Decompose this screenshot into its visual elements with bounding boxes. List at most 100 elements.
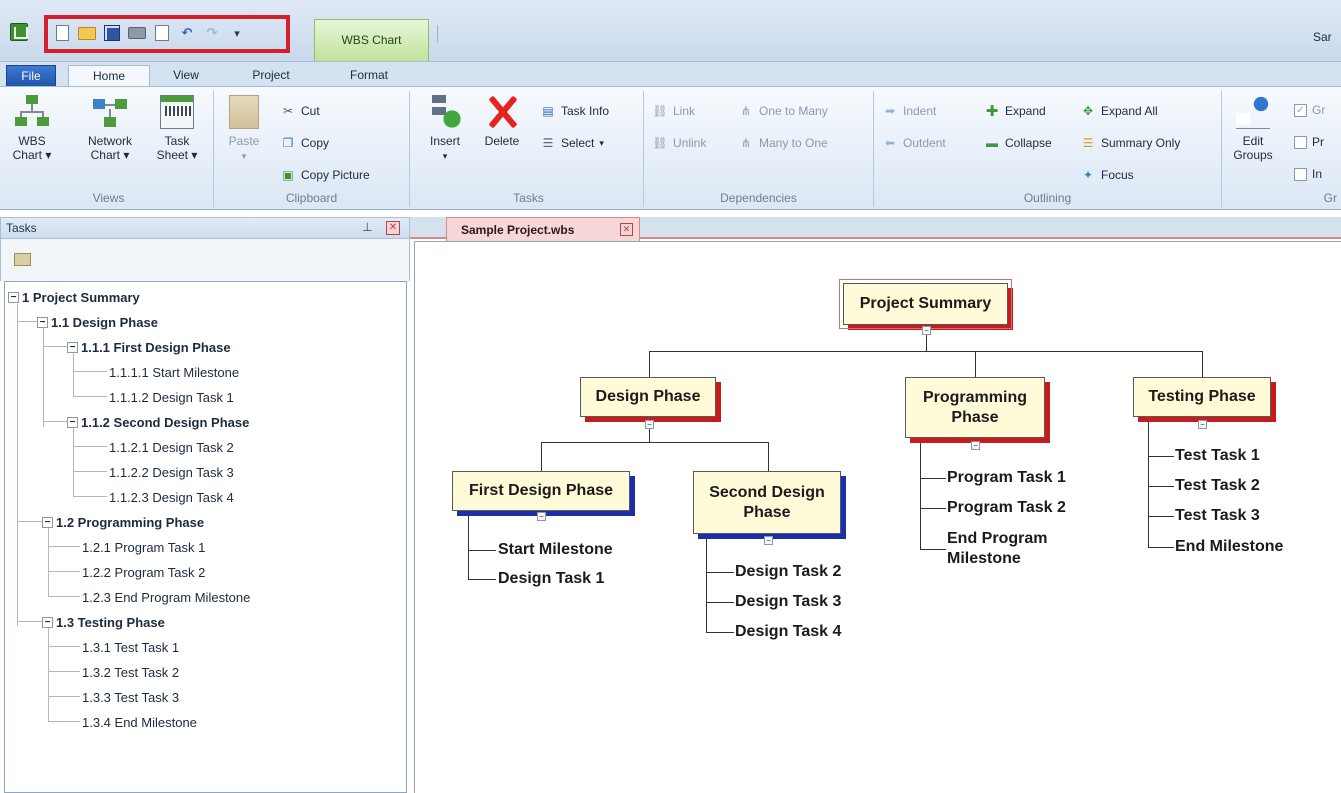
indent-button[interactable]: ➡ Indent	[882, 103, 936, 119]
tree-node-label: 1.1.2.1 Design Task 2	[109, 439, 234, 455]
tree-node-program-task-2[interactable]: 1.2.2 Program Task 2	[82, 562, 205, 582]
cut-button[interactable]: ✂ Cut	[280, 103, 320, 119]
wbs-box-first-design-phase[interactable]: First Design Phase	[452, 471, 630, 511]
collapse-toggle-icon[interactable]: −	[37, 316, 48, 328]
wbs-leaf-test-task-3[interactable]: Test Task 3	[1175, 506, 1260, 526]
close-icon[interactable]: ✕	[620, 223, 633, 236]
wbs-box-programming-phase[interactable]: Programming Phase	[905, 377, 1045, 438]
collapse-toggle-icon[interactable]: −	[645, 420, 654, 429]
collapse-toggle-icon[interactable]: −	[922, 326, 931, 335]
tree-line	[17, 521, 43, 522]
collapse-toggle-icon[interactable]: −	[537, 512, 546, 521]
select-button[interactable]: ☰ Select ▾	[540, 135, 604, 151]
focus-button[interactable]: ✦ Focus	[1080, 167, 1134, 183]
tree-node-start-milestone[interactable]: 1.1.1.1 Start Milestone	[109, 362, 239, 382]
network-chart-button[interactable]: Network Chart ▾	[80, 95, 140, 162]
wbs-leaf-design-task-4[interactable]: Design Task 4	[735, 622, 841, 642]
folder-icon[interactable]	[14, 253, 31, 266]
task-info-button[interactable]: ▤ Task Info	[540, 103, 609, 119]
collapse-toggle-icon[interactable]: −	[764, 536, 773, 545]
new-file-icon[interactable]	[52, 24, 72, 42]
tree-node-test-task-1[interactable]: 1.3.1 Test Task 1	[82, 637, 179, 657]
pin-icon[interactable]: ⊥	[362, 220, 372, 234]
tree-node-first-design-phase[interactable]: − 1.1.1 First Design Phase	[67, 337, 231, 357]
wbs-box-second-design-phase[interactable]: Second Design Phase	[693, 471, 841, 534]
tree-node-test-task-3[interactable]: 1.3.3 Test Task 3	[82, 687, 179, 707]
tree-node-second-design-phase[interactable]: − 1.1.2 Second Design Phase	[67, 412, 249, 432]
summary-only-button[interactable]: ☰ Summary Only	[1080, 135, 1181, 151]
wbs-leaf-program-task-2[interactable]: Program Task 2	[947, 498, 1066, 518]
tab-format[interactable]: Format	[326, 65, 412, 86]
delete-button[interactable]: Delete	[480, 95, 524, 148]
one-to-many-button[interactable]: ⋔ One to Many	[738, 103, 828, 119]
tree-node-design-task-2[interactable]: 1.1.2.1 Design Task 2	[109, 437, 234, 457]
tree-node-end-milestone[interactable]: 1.3.4 End Milestone	[82, 712, 197, 732]
link-button[interactable]: ⛓ Link	[652, 103, 695, 119]
expand-all-button[interactable]: ✥ Expand All	[1080, 103, 1158, 119]
collapse-toggle-icon[interactable]: −	[67, 416, 78, 428]
groups-checkbox-2[interactable]: Pr	[1294, 135, 1324, 149]
wbs-leaf-design-task-2[interactable]: Design Task 2	[735, 562, 841, 582]
wbs-leaf-end-program-milestone[interactable]: End Program Milestone	[947, 529, 1077, 569]
wbs-leaf-program-task-1[interactable]: Program Task 1	[947, 468, 1066, 488]
copy-picture-button[interactable]: ▣ Copy Picture	[280, 167, 369, 183]
open-folder-icon[interactable]	[77, 24, 97, 42]
tab-sample-project[interactable]: Sample Project.wbs ✕	[446, 217, 640, 241]
app-icon[interactable]	[10, 23, 28, 41]
insert-button[interactable]: Insert ▾	[424, 95, 466, 163]
tree-node-project-summary[interactable]: − 1 Project Summary	[8, 287, 140, 307]
task-sheet-button[interactable]: Task Sheet ▾	[148, 95, 206, 162]
wbs-leaf-test-task-2[interactable]: Test Task 2	[1175, 476, 1260, 496]
wbs-leaf-test-task-1[interactable]: Test Task 1	[1175, 446, 1260, 466]
wbs-leaf-end-milestone[interactable]: End Milestone	[1175, 537, 1283, 557]
groups-checkbox-3[interactable]: In	[1294, 167, 1322, 181]
groups-checkbox-1[interactable]: ✓ Gr	[1294, 103, 1325, 117]
tree-node-programming-phase[interactable]: − 1.2 Programming Phase	[42, 512, 204, 532]
print-preview-icon[interactable]	[152, 24, 172, 42]
tab-file[interactable]: File	[6, 65, 56, 86]
tree-node-design-task-4[interactable]: 1.1.2.3 Design Task 4	[109, 487, 234, 507]
wbs-box-design-phase[interactable]: Design Phase	[580, 377, 716, 417]
copy-button[interactable]: ❐ Copy	[280, 135, 329, 151]
tab-home[interactable]: Home	[68, 65, 150, 87]
save-icon[interactable]	[102, 24, 122, 42]
redo-icon[interactable]: ↷	[202, 24, 222, 42]
groups-checkbox-1-label: Gr	[1312, 103, 1326, 117]
tree-node-design-task-1[interactable]: 1.1.1.2 Design Task 1	[109, 387, 234, 407]
many-to-one-button[interactable]: ⋔ Many to One	[738, 135, 828, 151]
expand-button[interactable]: ✚ Expand	[984, 103, 1046, 120]
outdent-button[interactable]: ⬅ Outdent	[882, 135, 946, 151]
tab-view[interactable]: View	[160, 65, 212, 86]
tree-node-design-task-3[interactable]: 1.1.2.2 Design Task 3	[109, 462, 234, 482]
collapse-toggle-icon[interactable]: −	[42, 516, 53, 528]
collapse-toggle-icon[interactable]: −	[1198, 420, 1207, 429]
edit-groups-button[interactable]: Edit Groups	[1230, 95, 1276, 162]
collapse-toggle-icon[interactable]: −	[67, 341, 78, 353]
collapse-toggle-icon[interactable]: −	[42, 616, 53, 628]
undo-icon[interactable]: ↶	[177, 24, 197, 42]
tree-node-testing-phase[interactable]: − 1.3 Testing Phase	[42, 612, 165, 632]
close-icon[interactable]: ✕	[386, 221, 400, 235]
tree-node-program-task-1[interactable]: 1.2.1 Program Task 1	[82, 537, 205, 557]
paste-button[interactable]: Paste ▾	[224, 95, 264, 163]
wbs-box-testing-phase[interactable]: Testing Phase	[1133, 377, 1271, 417]
wbs-leaf-start-milestone[interactable]: Start Milestone	[498, 540, 613, 560]
wbs-box-project-summary[interactable]: Project Summary	[839, 279, 1012, 329]
tree-node-design-phase[interactable]: − 1.1 Design Phase	[37, 312, 158, 332]
tree-node-end-program-milestone[interactable]: 1.2.3 End Program Milestone	[82, 587, 250, 607]
connector-line	[920, 508, 946, 509]
tree-line	[48, 671, 80, 672]
tab-project[interactable]: Project	[232, 65, 310, 86]
tree-node-label: 1.3.2 Test Task 2	[82, 664, 180, 680]
tree-node-test-task-2[interactable]: 1.3.2 Test Task 2	[82, 662, 179, 682]
collapse-toggle-icon[interactable]: −	[971, 441, 980, 450]
context-tab-wbs-chart[interactable]: WBS Chart	[314, 19, 429, 61]
collapse-button[interactable]: ▬ Collapse	[984, 135, 1052, 151]
collapse-toggle-icon[interactable]: −	[8, 291, 19, 303]
wbs-chart-button[interactable]: WBS Chart ▾	[6, 95, 58, 162]
customize-toolbar-icon[interactable]: ▾	[227, 24, 247, 42]
wbs-leaf-design-task-3[interactable]: Design Task 3	[735, 592, 841, 612]
print-icon[interactable]	[127, 24, 147, 42]
unlink-button[interactable]: ⛓ Unlink	[652, 135, 706, 151]
wbs-leaf-design-task-1[interactable]: Design Task 1	[498, 569, 604, 589]
